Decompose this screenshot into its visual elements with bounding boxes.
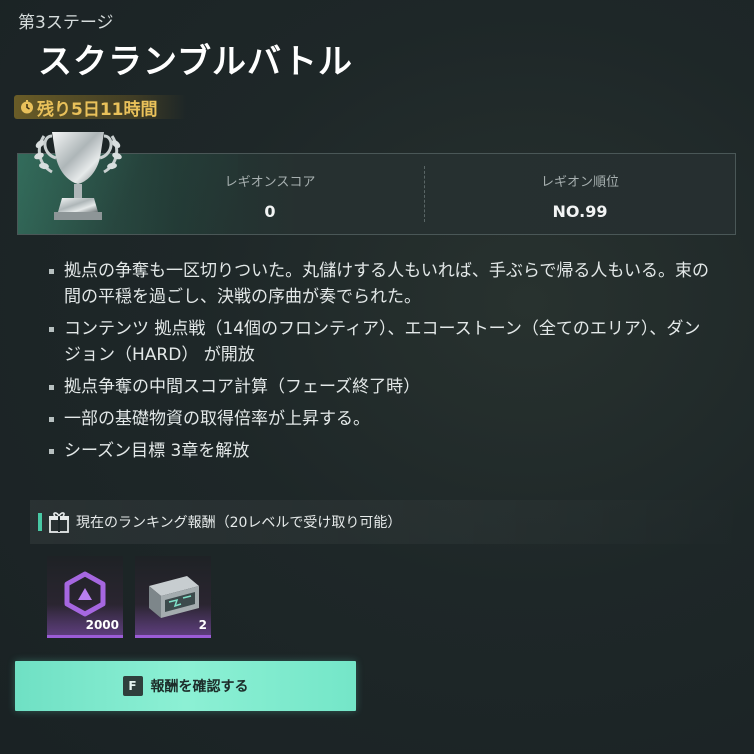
view-rewards-button[interactable]: F 報酬を確認する — [15, 661, 356, 711]
score-divider — [424, 166, 425, 222]
reward-count: 2000 — [85, 618, 119, 632]
detail-item: 一部の基礎物資の取得倍率が上昇する。 — [44, 406, 716, 432]
timer-icon — [21, 100, 33, 114]
ranking-reward-header: 現在のランキング報酬（20レベルで受け取り可能） — [30, 500, 754, 544]
hotkey-badge: F — [122, 676, 143, 696]
reward-item-chest[interactable]: 2 — [135, 556, 211, 638]
stage-title: スクランブルバトル — [38, 42, 353, 82]
reward-item-currency[interactable]: 2000 — [47, 556, 123, 638]
legion-score-section: レギオンスコア 0 — [170, 153, 370, 235]
trophy-icon — [34, 132, 122, 220]
legion-score-label: レギオンスコア — [224, 175, 316, 190]
legion-rank-label: レギオン順位 — [540, 175, 619, 190]
gift-icon — [49, 512, 69, 533]
stage-panel: 第3ステージ スクランブルバトル 残り5日11時間 レギオンスコア 0 レギオン… — [0, 0, 754, 754]
reward-count: 2 — [198, 618, 207, 632]
stage-label: 第3ステージ — [18, 13, 114, 33]
legion-rank-section: レギオン順位 NO.99 — [480, 153, 680, 235]
legion-score-value: 0 — [264, 202, 276, 221]
detail-item: 拠点争奪の中間スコア計算（フェーズ終了時） — [44, 374, 716, 400]
ranking-reward-title: 現在のランキング報酬（20レベルで受け取り可能） — [76, 515, 402, 531]
legion-rank-value: NO.99 — [552, 202, 608, 221]
stage-details-list: 拠点の争奪も一区切りついた。丸儲けする人もいれば、手ぶらで帰る人もいる。束の間の… — [44, 258, 716, 470]
detail-item: 拠点の争奪も一区切りついた。丸儲けする人もいれば、手ぶらで帰る人もいる。束の間の… — [44, 258, 716, 310]
view-rewards-label: 報酬を確認する — [150, 679, 249, 695]
detail-item: シーズン目標 3章を解放 — [44, 438, 716, 464]
detail-item: コンテンツ 拠点戦（14個のフロンティア）、エコーストーン（全てのエリア）、ダン… — [44, 316, 716, 368]
accent-bar — [38, 513, 42, 531]
time-remaining-text: 残り5日11時間 — [37, 99, 158, 120]
time-remaining-badge: 残り5日11時間 — [14, 95, 186, 120]
